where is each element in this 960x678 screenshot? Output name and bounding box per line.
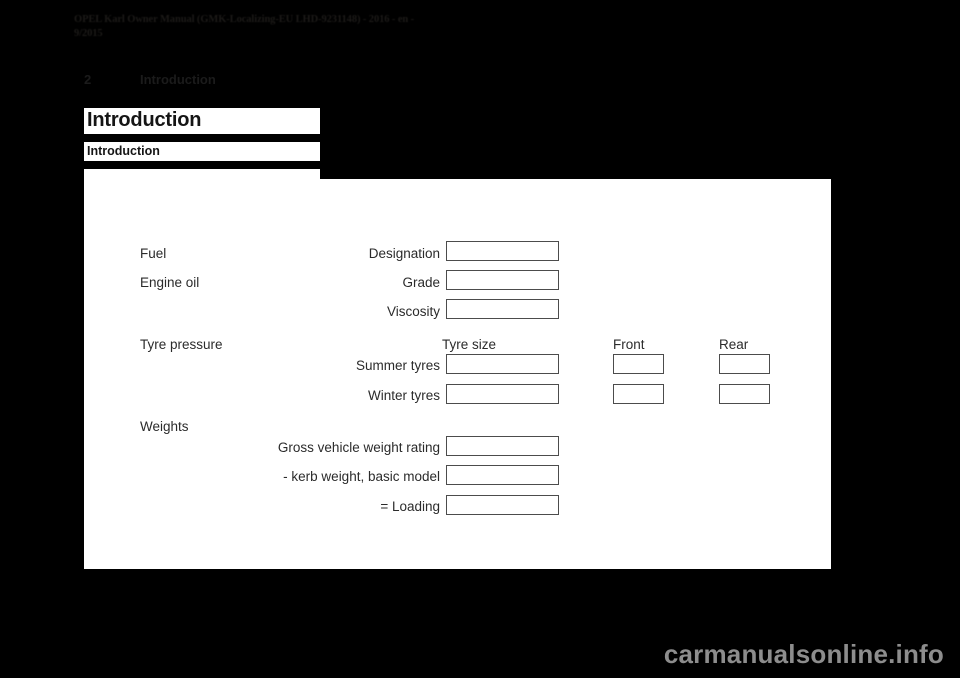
site-watermark: carmanualsonline.info	[663, 639, 944, 669]
section-title: Introduction	[87, 144, 160, 158]
label-designation: Designation	[368, 246, 440, 261]
document-header-line-1: OPEL Karl Owner Manual (GMK-Localizing-E…	[74, 14, 415, 25]
label-grade: Grade	[402, 275, 440, 290]
page-number: 2	[84, 72, 92, 87]
section-label-tyre-pressure: Tyre pressure	[140, 337, 223, 352]
document-header: OPEL Karl Owner Manual (GMK-Localizing-E…	[74, 13, 594, 41]
input-winter-rear-pressure[interactable]	[719, 384, 770, 404]
label-gross-vehicle-weight-rating: Gross vehicle weight rating	[277, 440, 440, 455]
row-label-summer-tyres: Summer tyres	[355, 358, 440, 373]
input-summer-rear-pressure[interactable]	[719, 354, 770, 374]
row-label-winter-tyres: Winter tyres	[367, 388, 440, 403]
section-title-band: Introduction	[84, 142, 320, 161]
page-title: Introduction	[87, 109, 202, 131]
input-fuel-designation[interactable]	[446, 241, 559, 261]
running-head: 2 Introduction	[84, 72, 216, 87]
running-head-section: Introduction	[140, 72, 216, 87]
vehicle-data-form: Fuel Designation Engine oil Grade Viscos…	[84, 179, 831, 569]
section-label-weights: Weights	[140, 419, 189, 434]
input-loading[interactable]	[446, 495, 559, 515]
chapter-title-band: Introduction	[84, 108, 320, 134]
column-header-front: Front	[613, 337, 645, 352]
input-summer-tyre-size[interactable]	[446, 354, 559, 374]
label-kerb-weight: - kerb weight, basic model	[283, 469, 440, 484]
document-header-line-2: 9/2015	[74, 28, 103, 39]
input-gross-vehicle-weight-rating[interactable]	[446, 436, 559, 456]
label-viscosity: Viscosity	[386, 304, 440, 319]
input-kerb-weight[interactable]	[446, 465, 559, 485]
input-summer-front-pressure[interactable]	[613, 354, 664, 374]
section-label-fuel: Fuel	[140, 246, 167, 261]
section-label-engine-oil: Engine oil	[140, 275, 200, 290]
column-header-tyre-size: Tyre size	[442, 337, 497, 352]
input-engine-oil-grade[interactable]	[446, 270, 559, 290]
label-loading: = Loading	[380, 499, 440, 514]
column-header-rear: Rear	[719, 337, 749, 352]
input-winter-tyre-size[interactable]	[446, 384, 559, 404]
form-body: Fuel Designation Engine oil Grade Viscos…	[84, 179, 831, 569]
input-engine-oil-viscosity[interactable]	[446, 299, 559, 319]
input-winter-front-pressure[interactable]	[613, 384, 664, 404]
